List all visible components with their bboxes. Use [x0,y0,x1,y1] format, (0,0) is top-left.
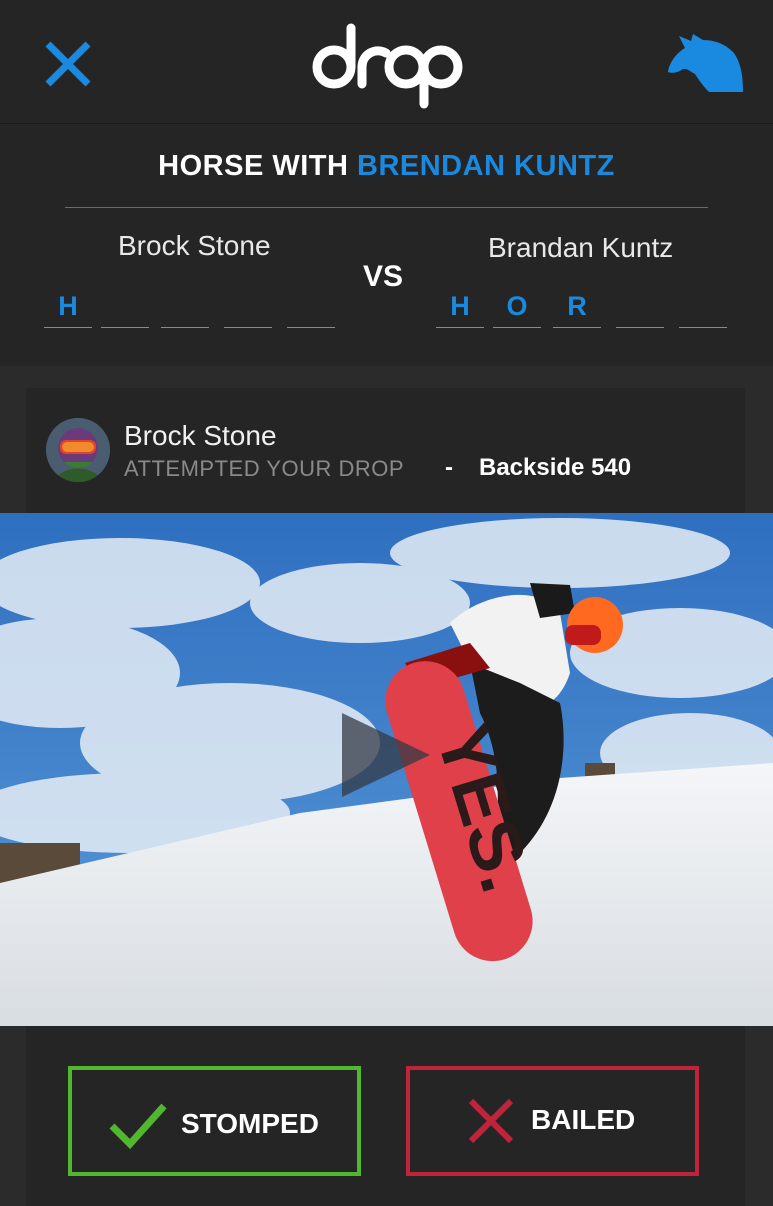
stomped-button[interactable]: STOMPED [68,1066,361,1176]
player1-name: Brock Stone [118,230,271,261]
player2-name: Brandan Kuntz [488,232,674,263]
player2-letter-slot [616,284,664,328]
game-header: HORSE WITH BRENDAN KUNTZ Brock Stone Bra… [0,123,773,366]
player2-letter-slot [679,284,727,328]
top-bar [0,0,773,123]
game-title-prefix: HORSE WITH [158,150,357,182]
play-icon [342,713,430,797]
bailed-button[interactable]: BAILED [406,1066,699,1176]
player1-letter-slot [101,284,149,328]
play-button[interactable] [340,711,432,801]
player2-letter-slot: R [553,284,601,328]
separator: - [445,454,453,481]
poster-name[interactable]: Brock Stone [124,420,277,452]
horse-game-button[interactable] [665,32,745,94]
horse-head-icon [668,34,743,92]
player1-letter-slot [161,284,209,328]
avatar[interactable] [46,418,110,482]
trick-name: Backside 540 [479,454,632,481]
player2-letter-slot: H [436,284,484,328]
vs-label: VS [363,260,404,293]
opponent-name[interactable]: BRENDAN KUNTZ [357,150,615,182]
attempt-status: ATTEMPTED YOUR DROP [124,456,405,481]
video-player[interactable]: YES. [0,513,773,1026]
player1-letter-slot: H [44,284,92,328]
close-icon [45,41,91,87]
player1-letter-slot [287,284,335,328]
attempt-card: Brock Stone ATTEMPTED YOUR DROP - Backsi… [26,388,745,513]
game-title: HORSE WITH BRENDAN KUNTZ [0,150,773,183]
bailed-label: BAILED [531,1104,636,1135]
check-icon [109,1103,167,1150]
action-footer: STOMPED BAILED [26,1026,745,1206]
x-icon [468,1098,514,1144]
divider [65,207,708,208]
player2-letter-slot: O [493,284,541,328]
player1-letter-slot [224,284,272,328]
stomped-label: STOMPED [181,1108,319,1139]
drop-logo [310,20,465,110]
close-button[interactable] [40,38,96,90]
